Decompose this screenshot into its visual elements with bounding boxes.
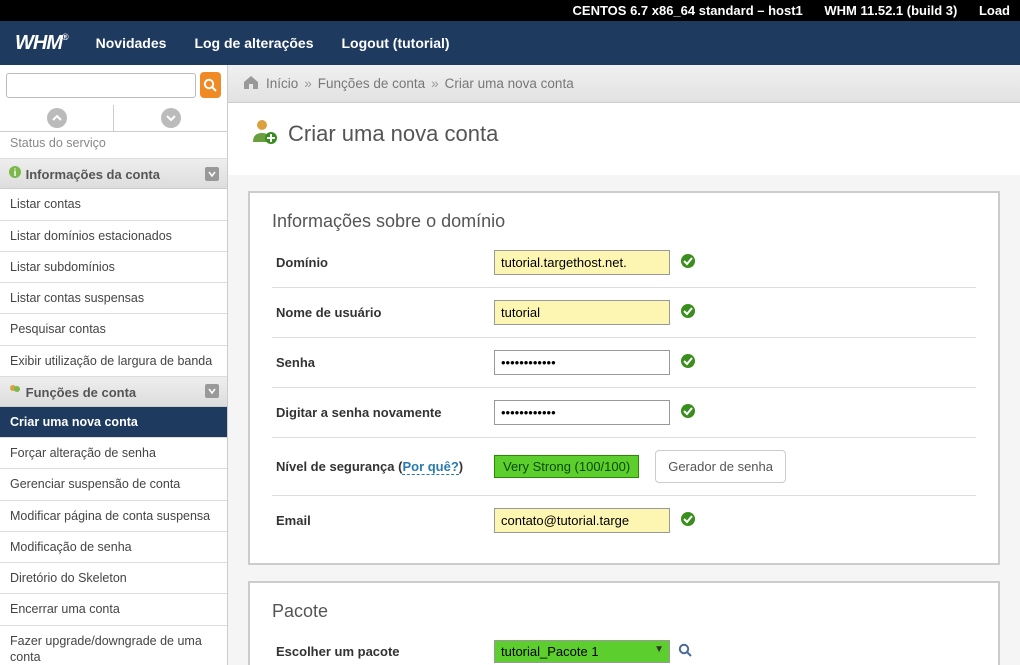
- svg-text:i: i: [14, 168, 17, 179]
- input-password-confirm[interactable]: [494, 400, 670, 425]
- sidebar-item-terminate-account[interactable]: Encerrar uma conta: [0, 594, 227, 625]
- sidebar-item-search-accounts[interactable]: Pesquisar contas: [0, 314, 227, 345]
- nav-up-button[interactable]: [0, 105, 114, 131]
- sidebar-item-manage-suspension[interactable]: Gerenciar suspensão de conta: [0, 469, 227, 500]
- password-generator-button[interactable]: Gerador de senha: [655, 450, 786, 483]
- panel-legend-domain: Informações sobre o domínio: [272, 211, 976, 232]
- sidebar-item-upgrade-downgrade[interactable]: Fazer upgrade/downgrade de uma conta: [0, 626, 227, 665]
- strength-badge: Very Strong (100/100): [494, 455, 639, 478]
- chevron-up-icon: [52, 113, 62, 123]
- search-icon: [203, 78, 218, 93]
- sidebar-item-modify-suspended-page[interactable]: Modificar página de conta suspensa: [0, 501, 227, 532]
- search-button[interactable]: [200, 72, 221, 98]
- sidebar-item-force-password[interactable]: Forçar alteração de senha: [0, 438, 227, 469]
- input-username[interactable]: [494, 300, 670, 325]
- sidebar-item-modify-password[interactable]: Modificação de senha: [0, 532, 227, 563]
- input-password[interactable]: [494, 350, 670, 375]
- sidebar-section-account-funcs[interactable]: Funções de conta: [0, 377, 227, 407]
- sidebar-item-list-accounts[interactable]: Listar contas: [0, 189, 227, 220]
- nav-down-button[interactable]: [114, 105, 227, 131]
- input-email[interactable]: [494, 508, 670, 533]
- add-user-icon: [250, 117, 278, 151]
- breadcrumb-funcs[interactable]: Funções de conta: [318, 76, 425, 91]
- search-input[interactable]: [6, 73, 196, 98]
- whm-logo: WHM®: [15, 32, 68, 55]
- sidebar-section-account-info[interactable]: i Informações da conta: [0, 159, 227, 189]
- home-icon: [242, 74, 260, 93]
- sidebar-item-list-parked[interactable]: Listar domínios estacionados: [0, 221, 227, 252]
- input-domain[interactable]: [494, 250, 670, 275]
- nav-changelog[interactable]: Log de alterações: [194, 35, 313, 51]
- panel-package: Pacote Escolher um pacote tutorial_Pacot…: [248, 581, 1000, 665]
- label-password2: Digitar a senha novamente: [276, 405, 494, 420]
- label-password: Senha: [276, 355, 494, 370]
- magnify-icon[interactable]: [678, 643, 693, 661]
- sidebar-item-list-subdomains[interactable]: Listar subdomínios: [0, 252, 227, 283]
- load-label: Load: [979, 3, 1010, 18]
- nav-news[interactable]: Novidades: [96, 35, 167, 51]
- chevron-down-icon: [205, 167, 219, 181]
- info-icon: i: [8, 165, 22, 179]
- breadcrumb-home[interactable]: Início: [266, 76, 298, 91]
- label-strength: Nível de segurança (Por quê?): [276, 459, 494, 474]
- navbar: WHM® Novidades Log de alterações Logout …: [0, 21, 1020, 65]
- chevron-down-icon: [166, 113, 176, 123]
- label-username: Nome de usuário: [276, 305, 494, 320]
- check-icon: [680, 403, 696, 422]
- nav-logout[interactable]: Logout (tutorial): [341, 35, 449, 51]
- check-icon: [680, 303, 696, 322]
- sidebar: Status do serviço i Informações da conta…: [0, 65, 228, 665]
- sidebar-item-create-account[interactable]: Criar uma nova conta: [0, 407, 227, 438]
- sidebar-item-list-suspended[interactable]: Listar contas suspensas: [0, 283, 227, 314]
- sidebar-item-bandwidth[interactable]: Exibir utilização de largura de banda: [0, 346, 227, 377]
- check-icon: [680, 353, 696, 372]
- topbar: CENTOS 6.7 x86_64 standard – host1 WHM 1…: [0, 0, 1020, 21]
- sidebar-item-skeleton-dir[interactable]: Diretório do Skeleton: [0, 563, 227, 594]
- os-label: CENTOS 6.7 x86_64 standard – host1: [573, 3, 803, 18]
- whm-version-label: WHM 11.52.1 (build 3): [824, 3, 957, 18]
- label-email: Email: [276, 513, 494, 528]
- check-icon: [680, 511, 696, 530]
- page-title: Criar uma nova conta: [250, 117, 998, 151]
- content: Início » Funções de conta » Criar uma no…: [228, 65, 1020, 665]
- breadcrumb: Início » Funções de conta » Criar uma no…: [228, 65, 1020, 103]
- label-choose-package: Escolher um pacote: [276, 644, 494, 659]
- panel-domain-info: Informações sobre o domínio Domínio Nome…: [248, 191, 1000, 565]
- sidebar-item-server-status[interactable]: Status do serviço: [0, 132, 227, 159]
- users-icon: [8, 383, 22, 397]
- why-link[interactable]: Por quê?: [402, 459, 458, 475]
- panel-legend-package: Pacote: [272, 601, 976, 622]
- chevron-down-icon: [205, 384, 219, 398]
- label-domain: Domínio: [276, 255, 494, 270]
- breadcrumb-current: Criar uma nova conta: [445, 76, 574, 91]
- sidebar-menu[interactable]: Status do serviço i Informações da conta…: [0, 132, 227, 665]
- check-icon: [680, 253, 696, 272]
